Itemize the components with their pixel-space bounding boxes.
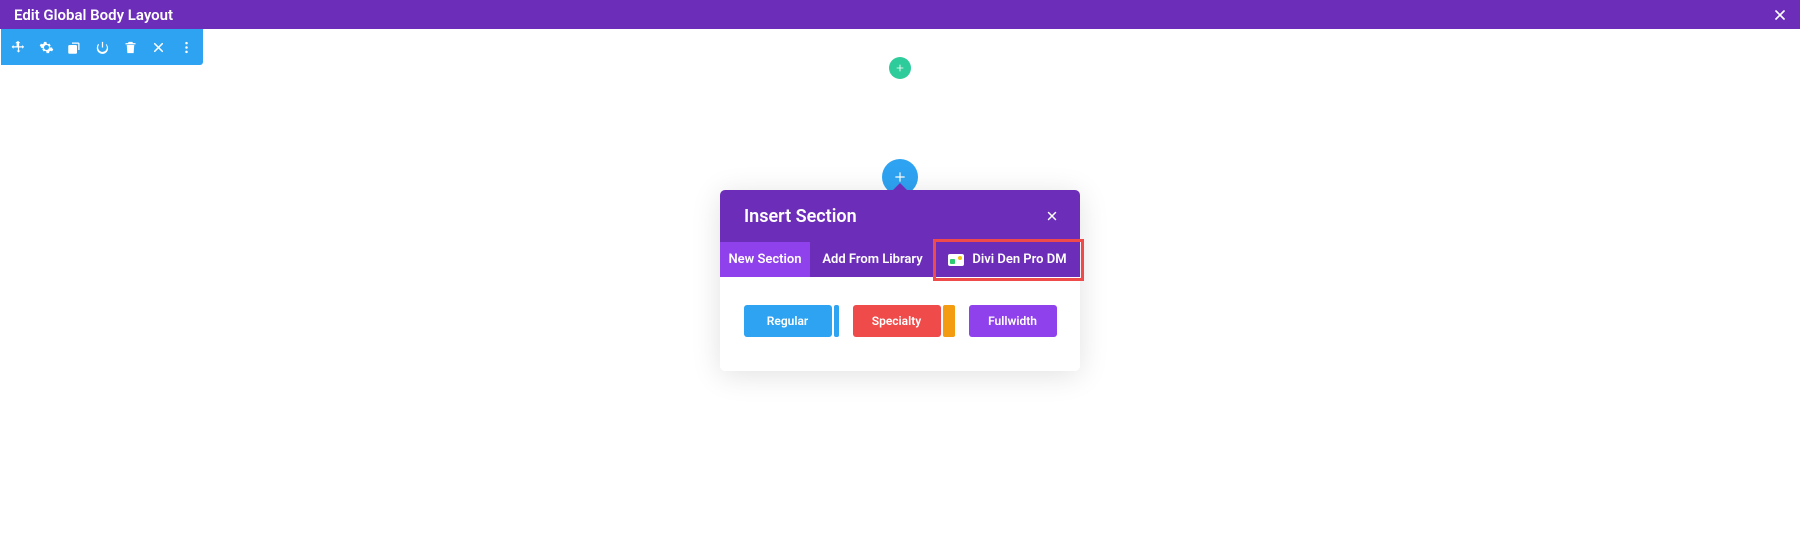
button-label: Specialty <box>872 314 921 328</box>
power-button[interactable] <box>93 38 111 56</box>
section-toolbar <box>1 29 203 65</box>
section-type-specialty-group: Specialty <box>853 305 955 337</box>
trash-icon <box>123 40 138 55</box>
gear-icon <box>39 40 54 55</box>
tab-label: Divi Den Pro DM <box>972 252 1066 267</box>
page-title: Edit Global Body Layout <box>14 6 173 24</box>
kebab-icon <box>179 40 194 55</box>
close-icon <box>151 40 166 55</box>
section-type-fullwidth-group: Fullwidth <box>969 305 1057 337</box>
page-header: Edit Global Body Layout <box>0 0 1800 29</box>
modal-body: Regular Specialty Fullwidth <box>720 277 1080 371</box>
button-label: Fullwidth <box>988 314 1037 328</box>
section-type-regular-group: Regular <box>744 305 839 337</box>
tab-divi-den-pro[interactable]: Divi Den Pro DM <box>935 242 1080 277</box>
tab-new-section[interactable]: New Section <box>720 242 810 277</box>
plus-icon <box>895 63 905 73</box>
delete-button[interactable] <box>121 38 139 56</box>
tab-add-from-library[interactable]: Add From Library <box>810 242 935 277</box>
add-section-button-small[interactable] <box>889 57 911 79</box>
move-icon <box>11 40 26 55</box>
chip-orange <box>943 305 955 337</box>
button-label: Regular <box>767 314 808 328</box>
tab-label: New Section <box>728 252 801 267</box>
chip-blue <box>834 305 839 337</box>
tab-label: Add From Library <box>822 252 922 267</box>
close-icon <box>1772 7 1788 23</box>
plus-icon <box>893 170 907 184</box>
duplicate-icon <box>67 40 82 55</box>
duplicate-button[interactable] <box>65 38 83 56</box>
move-button[interactable] <box>9 38 27 56</box>
image-icon <box>948 254 964 266</box>
modal-tabs: New Section Add From Library Divi Den Pr… <box>720 242 1080 277</box>
section-type-fullwidth[interactable]: Fullwidth <box>969 305 1057 337</box>
insert-section-modal: Insert Section New Section Add From Libr… <box>720 190 1080 371</box>
modal-header: Insert Section <box>720 190 1080 242</box>
exit-button[interactable] <box>149 38 167 56</box>
settings-button[interactable] <box>37 38 55 56</box>
section-type-specialty[interactable]: Specialty <box>853 305 941 337</box>
close-button[interactable] <box>1770 5 1790 25</box>
power-icon <box>95 40 110 55</box>
modal-close-button[interactable] <box>1042 206 1062 226</box>
more-button[interactable] <box>177 38 195 56</box>
modal-title: Insert Section <box>744 206 857 227</box>
close-icon <box>1045 209 1059 223</box>
section-type-regular[interactable]: Regular <box>744 305 832 337</box>
modal-arrow <box>892 183 908 191</box>
